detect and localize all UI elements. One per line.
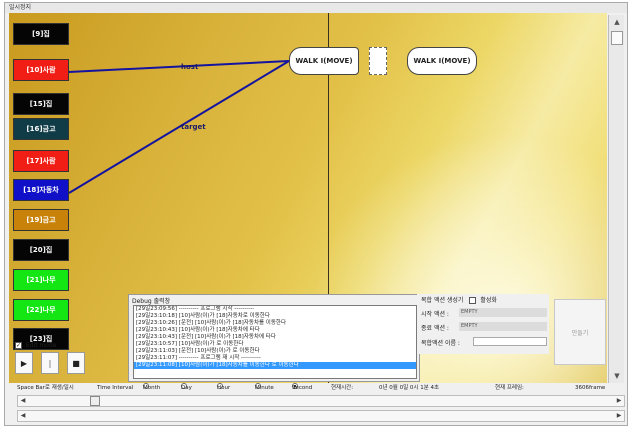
scroll-thumb[interactable] — [611, 31, 623, 45]
space-hint: Space Bar로 재생/일시 — [17, 385, 74, 391]
target-edge — [68, 60, 290, 194]
scroll-down-icon[interactable]: ▼ — [609, 369, 625, 383]
edit-mode-toggle[interactable]: ✓ Edit mode — [15, 342, 56, 349]
host-edge-label: host — [181, 63, 199, 71]
log-line[interactable]: [29일23:10:43] [10]사람(이)가 [18]자동차에 타다 — [134, 327, 416, 334]
radio-label: Day — [181, 385, 192, 391]
status-bar: Space Bar로 재생/일시 Time Interval Month Day… — [9, 383, 623, 393]
scroll-left-icon[interactable]: ◀ — [18, 411, 28, 421]
app-window: 일시정지 [9]집 [10]사람 [15]집 [16]금고 [17]사람 [18… — [4, 2, 628, 426]
horizontal-scrollbar[interactable]: ◀ ▶ — [17, 410, 625, 422]
radio-label: Hour — [217, 385, 231, 391]
entity-label: [16]금고 — [26, 125, 56, 133]
timeline-thumb[interactable] — [90, 396, 100, 406]
action-label: WALK I(MOVE) — [413, 57, 471, 65]
entity-label: [15]집 — [29, 100, 53, 108]
compound-name-input[interactable] — [473, 337, 547, 346]
scroll-up-icon[interactable]: ▲ — [609, 15, 625, 29]
entity-node[interactable]: [21]나무 — [13, 269, 69, 291]
timeline-scrollbar[interactable]: ◀ ▶ — [17, 395, 625, 407]
activate-checkbox[interactable] — [469, 297, 477, 304]
compound-header: 복합 액션 생성기 활성화 — [421, 295, 497, 304]
action-node[interactable]: WALK I(MOVE) — [289, 47, 359, 75]
debug-log[interactable]: [29일23:09:56] ---------- 프로그램 시작 -------… — [133, 305, 417, 379]
scroll-left-icon[interactable]: ◀ — [18, 396, 28, 406]
entity-label: [18]자동차 — [23, 186, 59, 194]
edit-mode-label: Edit mode — [25, 342, 57, 349]
entity-node[interactable]: [16]금고 — [13, 118, 69, 140]
vertical-scrollbar[interactable]: ▲ ▼ — [608, 15, 624, 383]
entity-label: [10]사람 — [26, 66, 56, 74]
current-time-label: 현재시간: — [331, 385, 354, 391]
log-line[interactable]: [29일23:10:57] [10]사람(이)가 로 이동한다 — [134, 341, 416, 348]
activate-label: 활성화 — [480, 297, 497, 304]
log-line[interactable]: [29일23:11:03] [운전] [10]사람(이)가 로 이동한다 — [134, 348, 416, 355]
start-action-label: 시작 액션 : — [421, 311, 449, 318]
radio-label: Minute — [255, 385, 274, 391]
scroll-right-icon[interactable]: ▶ — [614, 396, 624, 406]
entity-node[interactable]: [19]금고 — [13, 209, 69, 231]
play-icon: ▶ — [20, 358, 28, 368]
play-button[interactable]: ▶ — [15, 352, 33, 374]
entity-label: [9]집 — [32, 30, 50, 38]
current-frame-value: 3606frame — [575, 385, 606, 391]
stop-button[interactable]: ■ — [67, 352, 85, 374]
action-connector — [369, 47, 387, 75]
radio-label: Second — [292, 385, 313, 391]
current-frame-label: 현재 프레임: — [495, 385, 524, 391]
log-line-selected[interactable]: [29일23:11:08] [10]사람(이)가 [18]자동차를 이동한다 로… — [134, 362, 416, 369]
compound-title: 복합 액션 생성기 — [421, 297, 464, 304]
scroll-right-icon[interactable]: ▶ — [614, 411, 624, 421]
compound-name-label: 복합액션 이름 : — [421, 340, 460, 347]
entity-node[interactable]: [22]나무 — [13, 299, 69, 321]
entity-label: [21]나무 — [26, 276, 56, 284]
action-label: WALK I(MOVE) — [295, 57, 353, 65]
log-line[interactable]: [29일23:11:07] ---------- 프로그램 재 시작 -----… — [134, 355, 416, 362]
entity-label: [22]나무 — [26, 306, 56, 314]
pause-button[interactable]: ❙ — [41, 352, 59, 374]
log-line[interactable]: [29일23:10:18] [10]사람(이)가 [18]자동차로 이동한다 — [134, 313, 416, 320]
end-action-field[interactable]: EMPTY — [459, 322, 547, 331]
entity-label: [20]집 — [29, 246, 53, 254]
log-line[interactable]: [29일23:09:56] ---------- 프로그램 시작 -------… — [134, 306, 416, 313]
end-action-label: 종료 액션 : — [421, 325, 449, 332]
edit-mode-checkbox[interactable]: ✓ — [15, 342, 22, 349]
compound-action-panel: 복합 액션 생성기 활성화 시작 액션 : EMPTY 종료 액션 : EMPT… — [417, 294, 549, 354]
time-interval-label: Time Interval — [97, 385, 134, 391]
entity-node[interactable]: [18]자동차 — [13, 179, 69, 201]
target-edge-label: target — [181, 123, 206, 131]
current-time-value: 0년 0월 0일 0시 1분 4초 — [379, 385, 440, 391]
stop-icon: ■ — [72, 358, 80, 368]
entity-node[interactable]: [10]사람 — [13, 59, 69, 81]
entity-node[interactable]: [17]사람 — [13, 150, 69, 172]
start-action-field[interactable]: EMPTY — [459, 308, 547, 317]
window-title: 일시정지 — [5, 3, 627, 13]
entity-node[interactable]: [20]집 — [13, 239, 69, 261]
entity-node[interactable]: [15]집 — [13, 93, 69, 115]
log-line[interactable]: [29일23:10:43] [운전] [10]사람(이)가 [18]자동차에 타… — [134, 334, 416, 341]
host-edge — [68, 60, 290, 73]
pause-icon: ❙ — [46, 358, 54, 368]
entity-label: [19]금고 — [26, 216, 56, 224]
make-button[interactable]: 만들기 — [554, 299, 606, 365]
log-line[interactable]: [29일23:10:26] [운전] [10]사람(이)가 [18]자동차를 이… — [134, 320, 416, 327]
radio-label: Month — [143, 385, 161, 391]
entity-label: [17]사람 — [26, 157, 56, 165]
debug-panel: Debug 출력창 [29일23:09:56] ---------- 프로그램 … — [128, 294, 420, 382]
entity-node[interactable]: [9]집 — [13, 23, 69, 45]
action-node[interactable]: WALK I(MOVE) — [407, 47, 477, 75]
